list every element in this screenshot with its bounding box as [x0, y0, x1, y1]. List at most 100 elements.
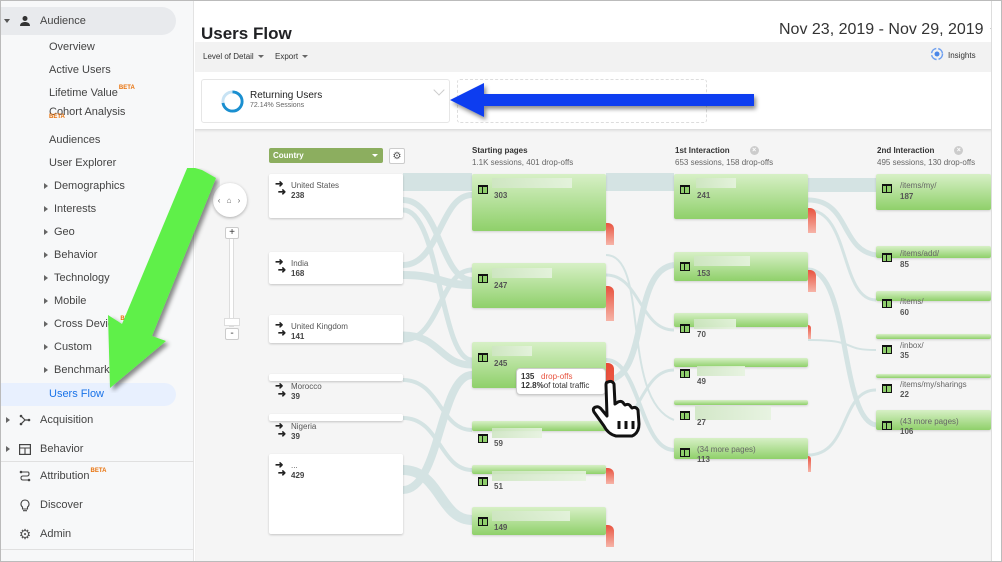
- redacted-label: [492, 178, 572, 188]
- page-icon: [478, 517, 488, 526]
- node-value: 106: [900, 427, 914, 436]
- drop-off-indicator[interactable]: [808, 456, 811, 472]
- country-value: 141: [291, 332, 305, 341]
- page-node[interactable]: [674, 174, 808, 219]
- node-label: /inbox/: [900, 341, 924, 350]
- arrows-icon: ➜ ➜: [275, 421, 287, 440]
- redacted-label: [694, 256, 750, 266]
- node-value: 149: [494, 523, 508, 532]
- node-value: 60: [900, 308, 909, 317]
- page-node[interactable]: [876, 374, 991, 378]
- country-name: ...: [291, 461, 298, 470]
- page-icon: [680, 262, 690, 271]
- close-column-icon[interactable]: ×: [749, 146, 759, 156]
- connection: [402, 465, 473, 525]
- page-icon: [882, 299, 892, 308]
- page-icon: [478, 274, 488, 283]
- close-column-icon[interactable]: ×: [954, 146, 964, 156]
- country-node[interactable]: [269, 454, 403, 534]
- page-icon: [478, 353, 488, 362]
- zoom-in-button[interactable]: +: [225, 227, 239, 239]
- page-node[interactable]: [876, 291, 991, 301]
- node-value: 153: [697, 269, 711, 278]
- node-value: 22: [900, 390, 909, 399]
- node-value: 70: [697, 330, 706, 339]
- redacted-label: [697, 366, 745, 376]
- country-node[interactable]: [269, 374, 403, 381]
- country-name: India: [291, 259, 309, 268]
- node-label: /items/: [900, 297, 924, 306]
- drop-off-indicator[interactable]: [808, 325, 811, 339]
- redacted-label: [492, 511, 570, 521]
- arrows-icon: ➜ ➜: [275, 320, 287, 339]
- redacted-label: [492, 346, 532, 356]
- node-value: 241: [697, 191, 711, 200]
- page-icon: [882, 253, 892, 262]
- page-icon: [882, 384, 892, 393]
- node-value: 187: [900, 192, 914, 201]
- redacted-label: [694, 319, 736, 329]
- arrows-icon: ➜ ➜: [275, 257, 287, 276]
- page-icon: [680, 369, 690, 378]
- page-icon: [882, 345, 892, 354]
- connection: [807, 388, 877, 457]
- drop-off-indicator[interactable]: [808, 270, 816, 292]
- page-icon: [680, 185, 690, 194]
- page-icon: [478, 477, 488, 486]
- tooltip-pct-label: of total traffic: [543, 381, 590, 390]
- hand-cursor-icon: [591, 379, 641, 438]
- zoom-slider-handle[interactable]: [224, 318, 240, 326]
- page-icon: [882, 184, 892, 193]
- drop-off-indicator[interactable]: [606, 468, 614, 484]
- country-value: 429: [291, 471, 305, 480]
- node-value: 59: [494, 439, 503, 448]
- node-label: (34 more pages): [697, 445, 756, 454]
- page-node[interactable]: [674, 400, 808, 405]
- connection: [807, 267, 877, 428]
- dimension-label: Country: [273, 151, 304, 160]
- column-title: 2nd Interaction ×: [877, 146, 964, 156]
- page-scrollbar[interactable]: [991, 0, 1002, 562]
- country-name: Morocco: [291, 382, 322, 391]
- country-value: 238: [291, 191, 305, 200]
- drop-off-indicator[interactable]: [808, 208, 816, 233]
- page-icon: [882, 421, 892, 430]
- node-value: 51: [494, 482, 503, 491]
- drop-off-indicator[interactable]: [606, 223, 614, 245]
- redacted-label: [695, 406, 771, 420]
- drop-off-indicator[interactable]: [606, 286, 614, 321]
- redacted-label: [492, 471, 586, 481]
- blue-annotation-arrow: [450, 83, 754, 117]
- node-value: 303: [494, 191, 508, 200]
- page-node[interactable]: [876, 174, 991, 210]
- dimension-dropdown[interactable]: Country: [269, 148, 383, 163]
- column-title: Starting pages: [472, 146, 528, 155]
- settings-gear-button[interactable]: ⚙: [389, 148, 405, 164]
- page-icon: [478, 185, 488, 194]
- page-node[interactable]: [876, 334, 991, 339]
- column-stats: 1.1K sessions, 401 drop-offs: [472, 158, 574, 167]
- redacted-label: [696, 178, 736, 188]
- node-label: /items/my/sharings: [900, 380, 967, 389]
- tooltip-pct: 12.8%: [521, 381, 544, 390]
- home-icon: ‹ ⌂ ›: [217, 195, 243, 205]
- gear-icon: ⚙: [392, 150, 402, 162]
- country-value: 39: [291, 392, 300, 401]
- node-label: /items/my/: [900, 181, 937, 190]
- arrows-icon: ➜ ➜: [275, 179, 287, 198]
- drop-off-indicator[interactable]: [606, 525, 614, 547]
- country-node[interactable]: [269, 414, 403, 421]
- arrows-icon: ➜ ➜: [275, 381, 287, 400]
- redacted-label: [492, 268, 552, 278]
- page-icon: [680, 324, 690, 333]
- node-value: 245: [494, 359, 508, 368]
- country-name: United States: [291, 181, 340, 190]
- node-label: /items/add/: [900, 249, 940, 258]
- page-icon: [680, 448, 690, 457]
- zoom-slider[interactable]: [229, 232, 234, 327]
- zoom-out-button[interactable]: -: [225, 328, 239, 340]
- arrows-icon: ➜ ➜: [275, 460, 287, 479]
- country-node[interactable]: [269, 252, 403, 284]
- node-value: 85: [900, 260, 909, 269]
- tooltip-label: drop-offs: [541, 372, 573, 381]
